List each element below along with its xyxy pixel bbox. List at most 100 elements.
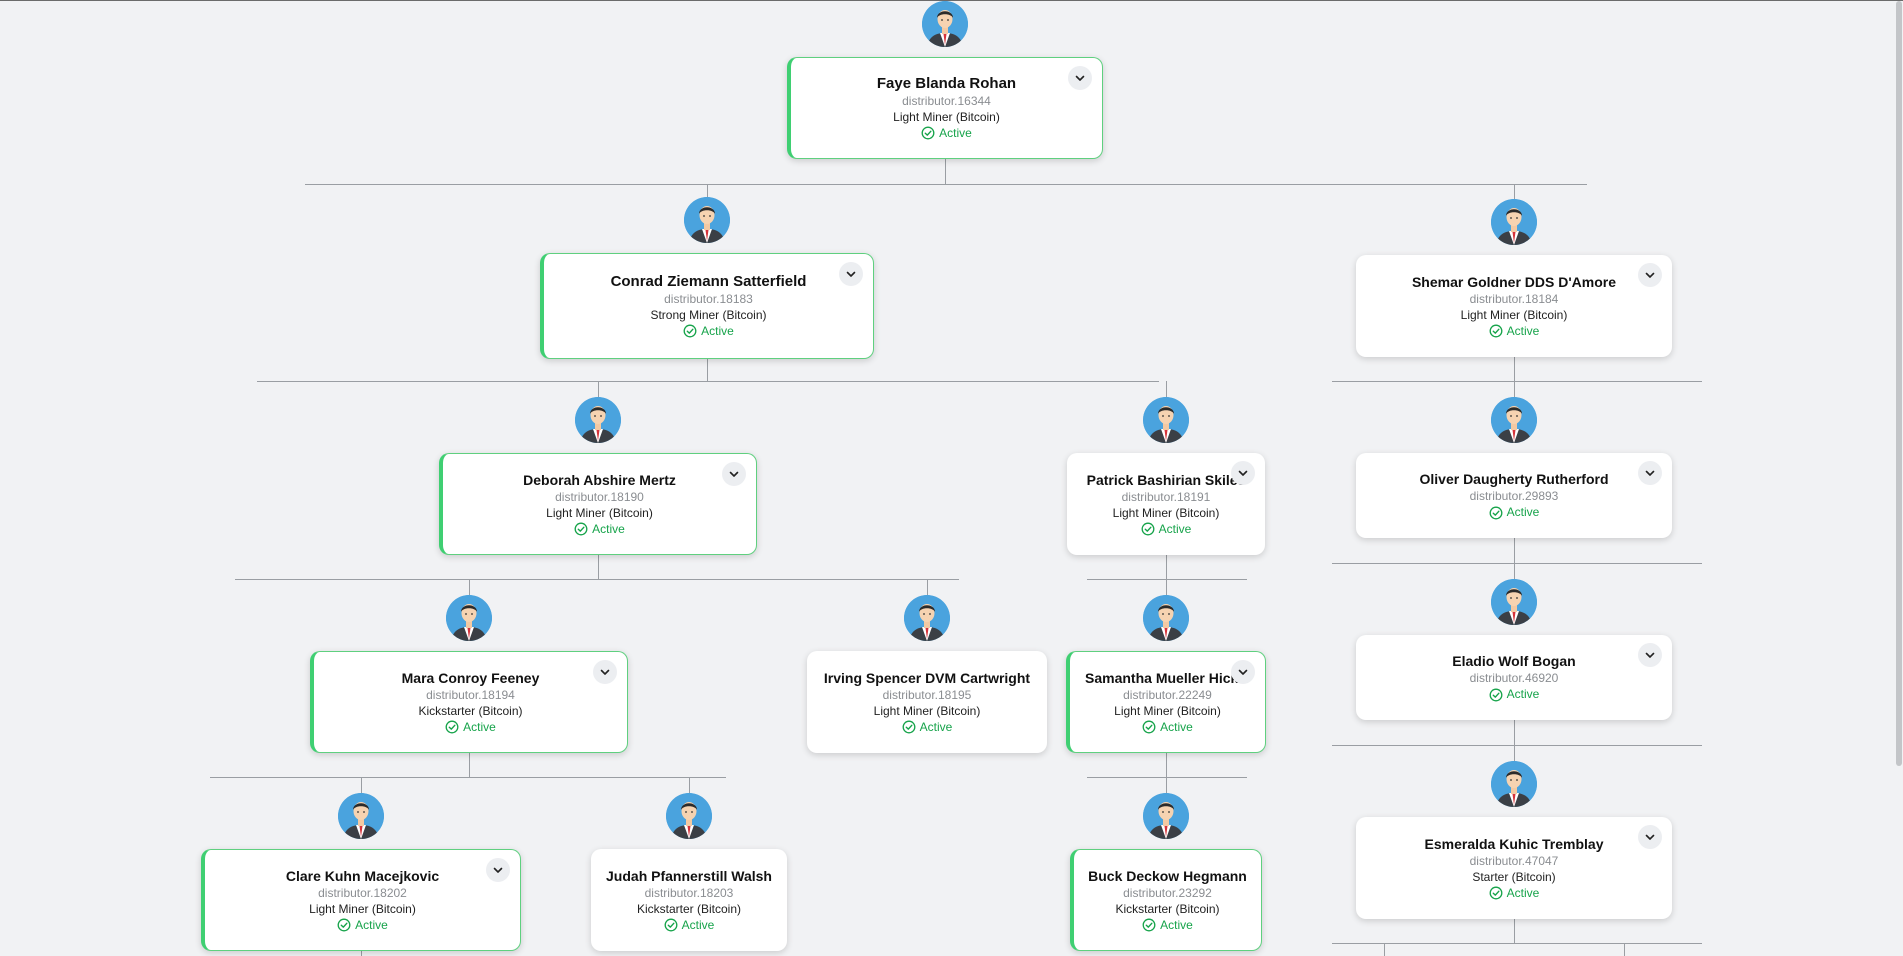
check-circle-icon: [1142, 720, 1156, 734]
member-card-irving[interactable]: Irving Spencer DVM Cartwright distributor…: [807, 651, 1047, 753]
member-name: Patrick Bashirian Skiles: [1086, 471, 1246, 488]
org-tree: Faye Blanda Rohan distributor.16344 Light …: [0, 1, 1903, 956]
status-text: Active: [592, 521, 625, 536]
avatar-icon: [446, 595, 492, 641]
check-circle-icon: [902, 720, 916, 734]
tree-connector: [1514, 357, 1515, 381]
member-card-eladio[interactable]: Eladio Wolf Bogan distributor.46920 Active: [1356, 635, 1672, 720]
member-card-shemar[interactable]: Shemar Goldner DDS D'Amore distributor.18…: [1356, 255, 1672, 357]
vertical-scrollbar[interactable]: [1895, 1, 1903, 956]
member-name: Clare Kuhn Macejkovic: [285, 867, 440, 884]
status-text: Active: [919, 719, 953, 734]
member-card-samantha[interactable]: Samantha Mueller Hickle distributor.22249…: [1066, 651, 1266, 753]
member-card-clare[interactable]: Clare Kuhn Macejkovic distributor.18202 Li…: [201, 849, 521, 951]
avatar-icon: [922, 1, 968, 47]
status-badge: Active: [1489, 504, 1539, 521]
tree-connector: [1332, 943, 1702, 944]
member-name: Conrad Ziemann Satterfield: [610, 272, 807, 290]
avatar-icon: [1491, 761, 1537, 807]
expand-toggle-button[interactable]: [1638, 263, 1662, 287]
expand-toggle-button[interactable]: [1068, 66, 1092, 90]
tree-connector: [1514, 538, 1515, 563]
member-rank: Light Miner (Bitcoin): [1112, 505, 1220, 520]
status-badge: Active: [664, 917, 715, 934]
check-circle-icon: [574, 522, 588, 536]
member-card-conrad[interactable]: Conrad Ziemann Satterfield distributor.18…: [540, 253, 874, 359]
expand-toggle-button[interactable]: [1231, 660, 1255, 684]
status-badge: Active: [902, 719, 953, 736]
expand-toggle-button[interactable]: [1638, 643, 1662, 667]
chevron-down-icon: [1237, 666, 1249, 678]
tree-connector: [1332, 563, 1702, 564]
member-name: Eladio Wolf Bogan: [1452, 653, 1576, 669]
member-card-deborah[interactable]: Deborah Abshire Mertz distributor.18190 Li…: [439, 453, 757, 555]
tree-connector: [1514, 720, 1515, 745]
scrollbar-thumb[interactable]: [1896, 1, 1902, 766]
status-text: Active: [1506, 687, 1540, 701]
member-card-mara[interactable]: Mara Conroy Feeney distributor.18194 Kicks…: [310, 651, 628, 753]
member-username: distributor.18195: [882, 687, 972, 702]
expand-toggle-button[interactable]: [1231, 461, 1255, 485]
avatar-icon: [1143, 793, 1189, 839]
tree-connector: [1087, 777, 1247, 778]
member-name: Shemar Goldner DDS D'Amore: [1411, 273, 1617, 290]
tree-connector: [305, 184, 1587, 185]
member-name: Samantha Mueller Hickle: [1085, 669, 1250, 686]
status-text: Active: [355, 917, 388, 932]
member-username: distributor.18194: [426, 687, 515, 702]
expand-toggle-button[interactable]: [486, 858, 510, 882]
member-card-buck[interactable]: Buck Deckow Hegmann distributor.23292 Kick…: [1070, 849, 1262, 951]
member-rank: Kickstarter (Bitcoin): [1115, 901, 1220, 916]
member-name: Faye Blanda Rohan: [876, 74, 1017, 92]
status-text: Active: [1160, 719, 1193, 734]
avatar-icon: [1143, 397, 1189, 443]
chevron-down-icon: [1644, 649, 1656, 661]
tree-connector: [469, 753, 470, 777]
chevron-down-icon: [845, 268, 857, 280]
member-card-judah[interactable]: Judah Pfannerstill Walsh distributor.1820…: [591, 849, 787, 951]
expand-toggle-button[interactable]: [722, 462, 746, 486]
avatar-icon: [338, 793, 384, 839]
chevron-down-icon: [1644, 269, 1656, 281]
member-rank: Strong Miner (Bitcoin): [650, 307, 767, 322]
member-card-patrick[interactable]: Patrick Bashirian Skiles distributor.1819…: [1067, 453, 1265, 555]
tree-connector: [707, 359, 708, 381]
expand-toggle-button[interactable]: [839, 262, 863, 286]
status-badge: Active: [1489, 885, 1539, 902]
status-text: Active: [701, 323, 734, 338]
status-text: Active: [681, 917, 715, 932]
member-card-faye[interactable]: Faye Blanda Rohan distributor.16344 Light …: [787, 57, 1103, 159]
avatar-icon: [684, 197, 730, 243]
status-text: Active: [939, 125, 972, 140]
member-rank: Light Miner (Bitcoin): [893, 109, 1000, 124]
member-username: distributor.29893: [1469, 489, 1559, 503]
chevron-down-icon: [1644, 467, 1656, 479]
status-text: Active: [1160, 917, 1193, 932]
check-circle-icon: [445, 720, 459, 734]
member-username: distributor.18184: [1469, 291, 1559, 306]
expand-toggle-button[interactable]: [1638, 461, 1662, 485]
check-circle-icon: [1489, 688, 1503, 702]
member-name: Esmeralda Kuhic Tremblay: [1424, 835, 1604, 852]
expand-toggle-button[interactable]: [593, 660, 617, 684]
tree-connector: [257, 381, 1159, 382]
member-rank: Light Miner (Bitcoin): [309, 901, 416, 916]
expand-toggle-button[interactable]: [1638, 825, 1662, 849]
member-name: Mara Conroy Feeney: [401, 669, 540, 686]
member-rank: Light Miner (Bitcoin): [1114, 703, 1221, 718]
member-username: distributor.16344: [902, 93, 991, 108]
status-badge: Active: [1141, 521, 1191, 538]
member-card-esmeralda[interactable]: Esmeralda Kuhic Tremblay distributor.4704…: [1356, 817, 1672, 919]
status-badge: Active: [1142, 917, 1193, 934]
member-card-oliver[interactable]: Oliver Daugherty Rutherford distributor.2…: [1356, 453, 1672, 538]
avatar-icon: [1491, 199, 1537, 245]
avatar-icon: [1491, 579, 1537, 625]
tree-connector: [1087, 579, 1247, 580]
check-circle-icon: [1489, 324, 1503, 338]
member-username: distributor.18191: [1121, 489, 1211, 504]
member-name: Judah Pfannerstill Walsh: [606, 867, 772, 884]
chevron-down-icon: [599, 666, 611, 678]
status-badge: Active: [1489, 686, 1540, 703]
member-rank: Kickstarter (Bitcoin): [418, 703, 523, 718]
member-username: distributor.23292: [1123, 885, 1212, 900]
